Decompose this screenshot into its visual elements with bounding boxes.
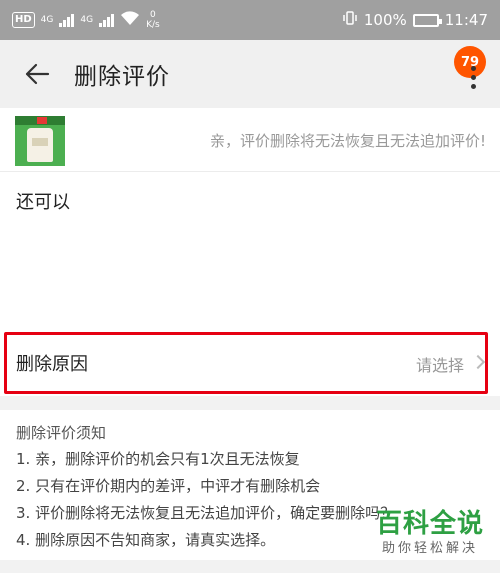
product-thumbnail[interactable] bbox=[15, 116, 65, 166]
status-bar: HD 4G 4G 0 K/s 100% 11:47 bbox=[0, 0, 500, 40]
clock: 11:47 bbox=[444, 11, 488, 29]
more-menu[interactable]: 79 bbox=[446, 40, 486, 108]
network-type-2: 4G bbox=[80, 14, 94, 25]
status-right: 100% 11:47 bbox=[342, 10, 488, 30]
review-content-area: 还可以 bbox=[0, 172, 500, 330]
delete-reason-placeholder: 请选择 bbox=[415, 356, 464, 375]
signal-1-icon bbox=[59, 13, 75, 27]
delete-reason-selector[interactable]: 删除原因 请选择 bbox=[0, 330, 500, 396]
header: 删除评价 79 bbox=[0, 40, 500, 108]
hd-icon: HD bbox=[12, 12, 35, 28]
delete-warning-text: 亲，评价删除将无法恢复且无法追加评价! bbox=[209, 132, 486, 150]
rule-item: 1. 亲，删除评价的机会只有1次且无法恢复 bbox=[16, 450, 300, 468]
more-vertical-icon[interactable] bbox=[470, 66, 476, 89]
arrow-left-icon bbox=[25, 63, 50, 85]
watermark-subtitle: 助你轻松解决 bbox=[381, 541, 478, 556]
delete-reason-label: 删除原因 bbox=[16, 354, 88, 375]
speed-unit: K/s bbox=[146, 20, 160, 30]
network-type-1: 4G bbox=[40, 14, 54, 25]
vibrate-icon bbox=[342, 10, 358, 30]
status-left: HD 4G 4G 0 K/s bbox=[12, 10, 160, 30]
product-row: 亲，评价删除将无法恢复且无法追加评价! bbox=[0, 108, 500, 172]
page-title: 删除评价 bbox=[74, 64, 170, 90]
watermark-logo: 百科全说 助你轻松解决 bbox=[370, 508, 490, 558]
battery-icon bbox=[412, 13, 442, 27]
battery-percent: 100% bbox=[363, 11, 407, 29]
rule-item: 2. 只有在评价期内的差评，中评才有删除机会 bbox=[16, 477, 321, 495]
speed-value: 0 bbox=[150, 10, 156, 20]
signal-2-icon bbox=[99, 13, 115, 27]
chevron-right-icon bbox=[470, 354, 486, 370]
back-button[interactable] bbox=[0, 40, 74, 108]
review-text: 还可以 bbox=[16, 192, 70, 213]
watermark-title: 百科全说 bbox=[375, 509, 484, 539]
rules-title: 删除评价须知 bbox=[16, 424, 107, 442]
network-speed: 0 K/s bbox=[146, 10, 160, 30]
wifi-icon bbox=[120, 10, 140, 30]
